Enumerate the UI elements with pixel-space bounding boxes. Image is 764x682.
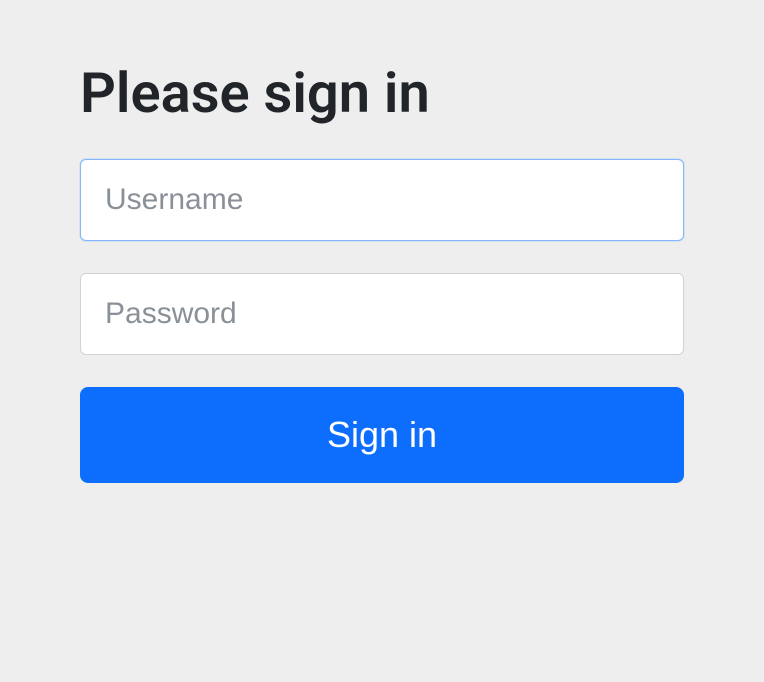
signin-container: Please sign in Sign in [0, 0, 764, 483]
page-title: Please sign in [80, 60, 684, 127]
signin-button[interactable]: Sign in [80, 387, 684, 483]
password-input[interactable] [80, 273, 684, 355]
username-input[interactable] [80, 159, 684, 241]
username-group [80, 159, 684, 241]
password-group [80, 273, 684, 355]
